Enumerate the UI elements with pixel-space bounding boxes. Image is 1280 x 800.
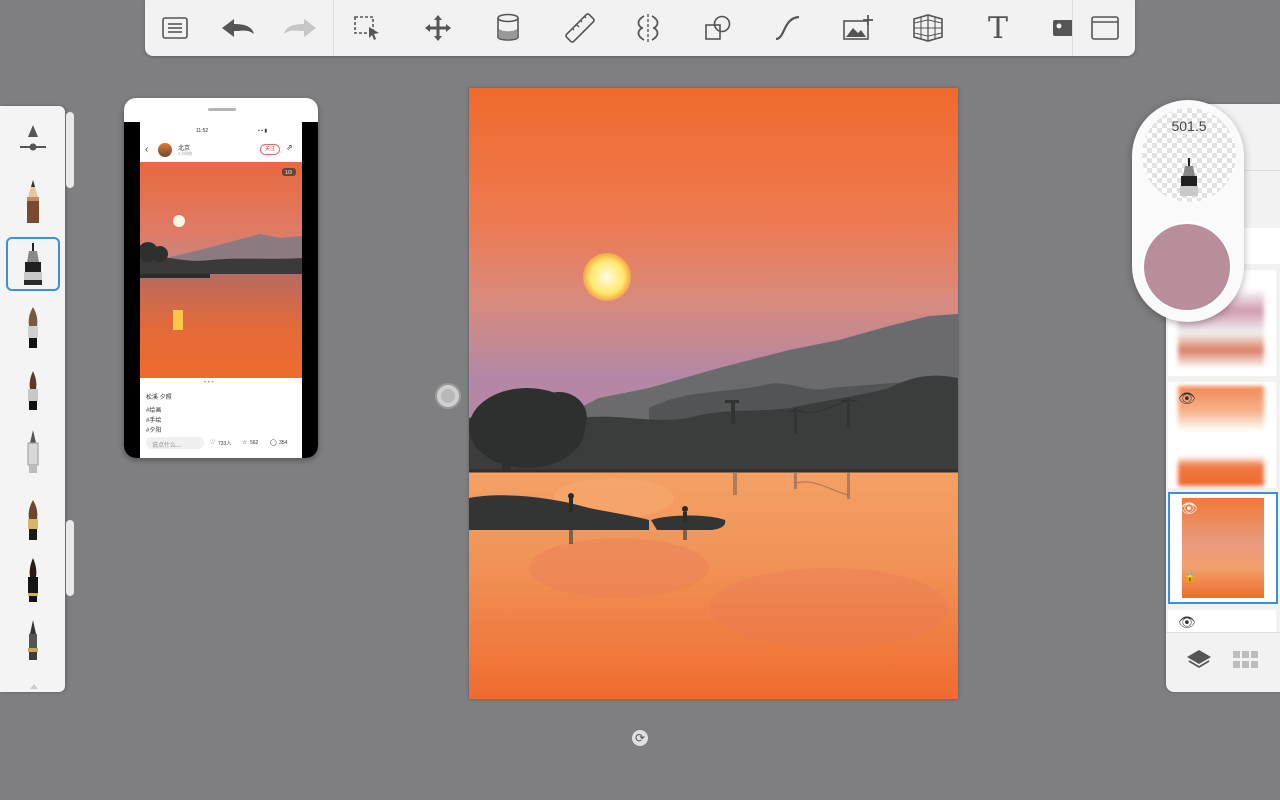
layers-icon[interactable] xyxy=(1186,648,1212,677)
reference-screenshot: 11:52 ▪ ▪ ▮ ‹ 北京 2小时前 关注 ⇗ 1/3 • • • 松溪 … xyxy=(140,122,302,458)
post-tag-3: #夕阳 xyxy=(146,428,162,434)
post-title: 松溪 夕照 xyxy=(146,395,172,401)
brush-palette xyxy=(0,106,65,692)
canvas-move-handle[interactable] xyxy=(435,383,461,409)
round-brush-icon[interactable] xyxy=(8,364,58,416)
shapes-icon[interactable] xyxy=(698,8,738,48)
grid-menu-icon[interactable] xyxy=(1232,650,1260,675)
transform-icon[interactable] xyxy=(418,8,458,48)
visibility-eye-icon[interactable]: 👁 xyxy=(1178,614,1196,631)
reference-photo: 1/3 xyxy=(140,162,302,378)
brush-size-value: 501.5 xyxy=(1171,118,1207,134)
star-count: 562 xyxy=(250,440,259,446)
comment-input[interactable]: 说点什么... xyxy=(146,437,204,449)
ink-brush-icon[interactable] xyxy=(8,554,58,606)
status-icons: ▪ ▪ ▮ xyxy=(258,128,268,134)
share-icon[interactable]: ⇗ xyxy=(286,143,293,152)
watercolor-brush-icon[interactable] xyxy=(8,494,58,546)
calligraphy-brush-icon[interactable] xyxy=(8,614,58,666)
brush-preview[interactable]: 501.5 xyxy=(1142,108,1236,202)
visibility-eye-icon[interactable]: 👁 xyxy=(1180,500,1198,517)
undo-icon[interactable] xyxy=(218,8,258,48)
author-sub: 2小时前 xyxy=(178,151,193,156)
flat-brush-icon[interactable] xyxy=(8,302,58,354)
like-count: 733人 xyxy=(218,441,232,447)
drawing-canvas[interactable] xyxy=(469,88,958,699)
back-icon[interactable]: ‹ xyxy=(145,144,148,155)
brush-size-color-popup: 501.5 xyxy=(1132,100,1244,322)
top-toolbar: T xyxy=(145,0,1135,56)
fullscreen-icon[interactable] xyxy=(1085,8,1125,48)
ruler-icon[interactable] xyxy=(560,8,600,48)
status-time: 11:52 xyxy=(196,128,209,134)
fill-icon[interactable] xyxy=(488,8,528,48)
layer-item[interactable]: 👁 xyxy=(1168,610,1276,632)
redo-icon[interactable] xyxy=(280,8,320,48)
reference-window[interactable]: 11:52 ▪ ▪ ▮ ‹ 北京 2小时前 关注 ⇗ 1/3 • • • 松溪 … xyxy=(124,98,318,458)
post-tag-2: #手绘 xyxy=(146,418,162,424)
symmetry-icon[interactable] xyxy=(628,8,668,48)
rotate-canvas-icon[interactable]: ⟳ xyxy=(632,730,648,746)
brush-size-slider[interactable] xyxy=(66,112,74,188)
layer-item[interactable]: 👁 xyxy=(1168,382,1276,488)
star-icon[interactable]: ☆ xyxy=(242,439,247,446)
visibility-eye-icon[interactable]: 👁 xyxy=(1178,390,1196,407)
current-color-swatch[interactable] xyxy=(1142,222,1232,312)
avatar[interactable] xyxy=(158,143,172,157)
post-tag-1: #绘画 xyxy=(146,408,162,414)
curve-icon[interactable] xyxy=(768,8,808,48)
airbrush-icon[interactable] xyxy=(8,426,58,478)
drag-handle[interactable] xyxy=(208,108,236,111)
reference-icon[interactable] xyxy=(1043,8,1083,48)
carousel-dots: • • • xyxy=(204,380,214,386)
perspective-icon[interactable] xyxy=(908,8,948,48)
text-icon[interactable]: T xyxy=(978,8,1018,48)
technical-pen-brush-icon[interactable] xyxy=(6,237,60,291)
selection-icon[interactable] xyxy=(347,8,387,48)
page-indicator: 1/3 xyxy=(285,170,292,176)
comment-icon[interactable]: ◯ xyxy=(270,439,277,446)
brush-settings-icon[interactable] xyxy=(8,112,58,164)
pencil-brush-icon[interactable] xyxy=(8,176,58,228)
layer-item-selected[interactable]: 👁 🔒 xyxy=(1168,492,1278,604)
alpha-lock-icon[interactable]: 🔒 xyxy=(1183,570,1197,583)
follow-button[interactable]: 关注 xyxy=(260,144,280,155)
add-image-icon[interactable] xyxy=(838,8,878,48)
menu-icon[interactable] xyxy=(155,8,195,48)
like-icon[interactable]: ♡ xyxy=(210,439,215,446)
brush-opacity-slider[interactable] xyxy=(66,520,74,596)
comment-count: 354 xyxy=(279,440,288,446)
